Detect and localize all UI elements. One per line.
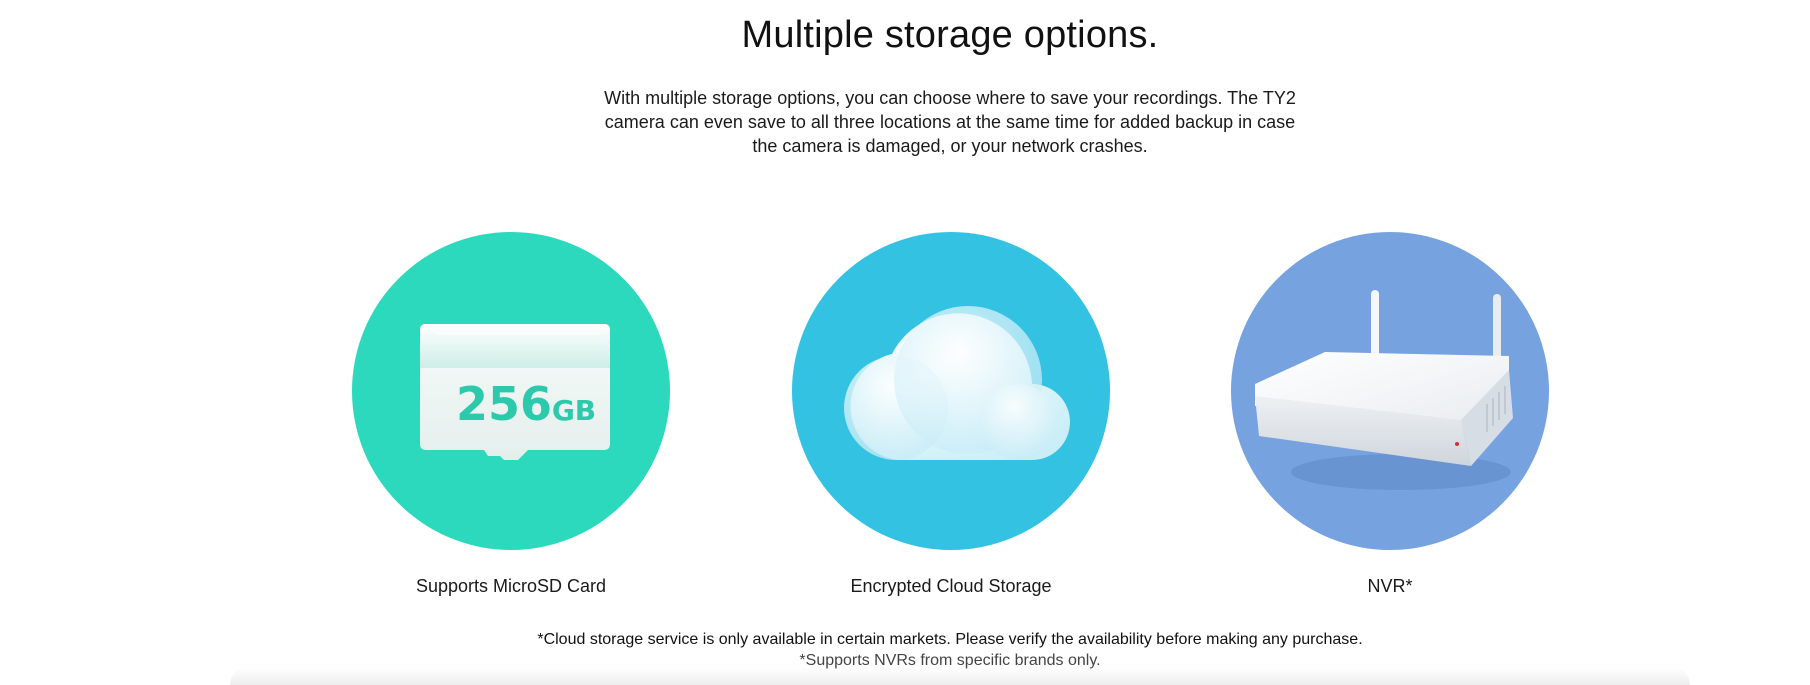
card-capacity-unit: GB (552, 394, 596, 427)
microsd-circle: 256 GB (352, 232, 670, 550)
cloud-circle (792, 232, 1110, 550)
bottom-edge (230, 667, 1690, 685)
option-label-cloud: Encrypted Cloud Storage (850, 576, 1052, 596)
nvr-circle (1231, 232, 1549, 550)
section-description: With multiple storage options, you can c… (604, 88, 1296, 156)
option-label-microsd: Supports MicroSD Card (415, 576, 607, 596)
section-title: Multiple storage options. (741, 14, 1159, 56)
cloud-icon (844, 306, 1070, 460)
nvr-device-icon (1255, 290, 1513, 490)
card-capacity-number: 256 (456, 377, 552, 431)
option-microsd: 256 GB Supports MicroSD Card (341, 232, 681, 597)
microsd-card-icon: 256 GB (420, 324, 610, 460)
option-label-nvr: NVR* (1367, 576, 1413, 596)
option-nvr: NVR* (1220, 232, 1560, 597)
footnote-cloud: *Cloud storage service is only available… (537, 631, 1363, 648)
option-cloud: Encrypted Cloud Storage (781, 232, 1121, 597)
